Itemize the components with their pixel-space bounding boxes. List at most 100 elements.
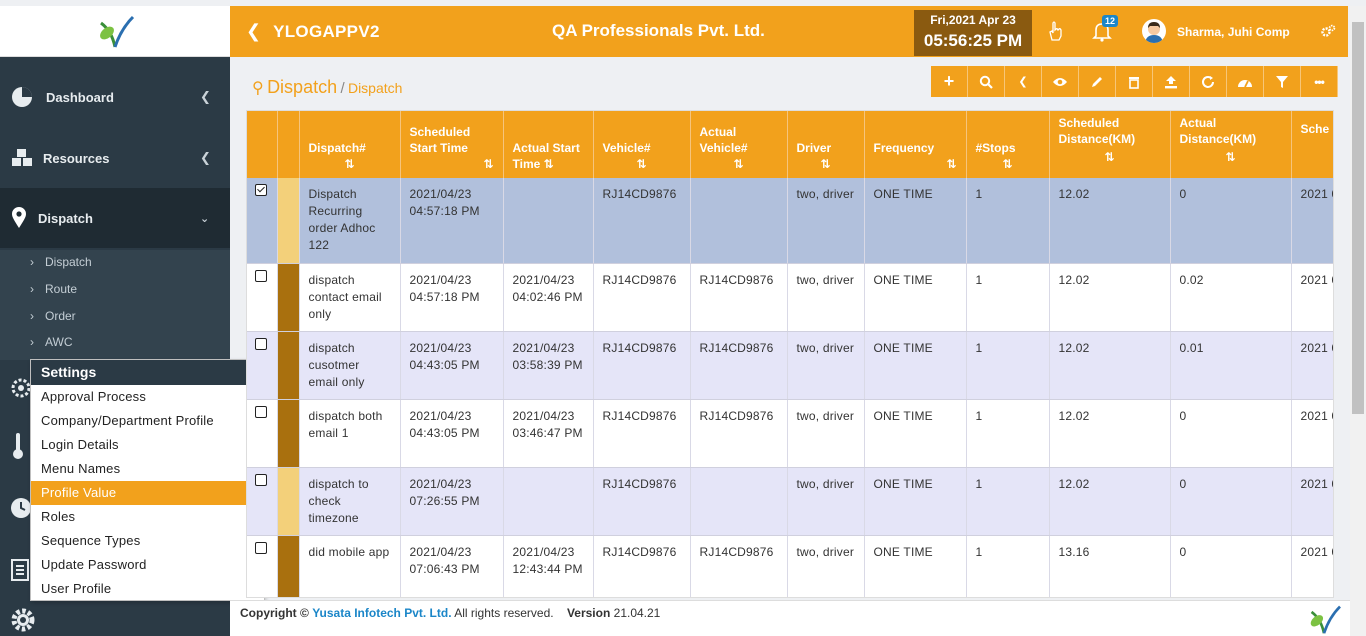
clock-icon[interactable] (10, 497, 32, 519)
cell-scheduled-end: 2021 05:2 (1291, 178, 1333, 264)
cell-scheduled-start: 2021/04/23 04:57:18 PM (400, 263, 504, 332)
header-scheduled-end-time[interactable]: Sche End T (1291, 111, 1333, 178)
hand-pointer-icon[interactable] (1046, 20, 1064, 42)
header-vehicle[interactable]: Vehicle# ⇅ (593, 111, 691, 178)
app-name: YLOGAPPV2 (273, 21, 380, 41)
company-link[interactable]: Yusata Infotech Pvt. Ltd. (312, 606, 451, 620)
collapse-button[interactable]: ❮ (1005, 66, 1042, 97)
app-logo[interactable] (0, 6, 230, 57)
submenu-item-route[interactable]: › Route (30, 282, 77, 296)
row-select-cell (247, 178, 278, 264)
menu-item-roles[interactable]: Roles (31, 505, 264, 529)
sort-icon[interactable]: ⇅ (1059, 149, 1161, 165)
row-checkbox[interactable] (255, 337, 267, 350)
dashboard-button[interactable] (1227, 66, 1264, 97)
submenu-item-dispatch[interactable]: › Dispatch (30, 255, 92, 269)
table-row[interactable]: dispatch contact email only 2021/04/23 04… (247, 263, 1333, 332)
header-stops[interactable]: #Stops ⇅ (966, 111, 1050, 178)
header-frequency[interactable]: Frequency ⇅ (864, 111, 967, 178)
menu-item-approval-process[interactable]: Approval Process (31, 385, 264, 409)
sort-icon[interactable]: ⇅ (797, 156, 855, 172)
header-scheduled-start-time[interactable]: Scheduled Start Time ⇅ (400, 111, 504, 178)
dispatch-submenu: › Dispatch › Route › Order › AWC (0, 250, 230, 360)
row-select-cell (247, 535, 278, 597)
user-name[interactable]: Sharma, Juhi Comp (1177, 25, 1290, 39)
menu-item-login-details[interactable]: Login Details (31, 433, 264, 457)
search-button[interactable] (968, 66, 1005, 97)
cell-vehicle: RJ14CD9876 (593, 399, 691, 468)
gear-icon[interactable] (10, 607, 36, 633)
delete-button[interactable] (1116, 66, 1153, 97)
row-checkbox[interactable] (255, 405, 267, 418)
menu-item-company-department-profile[interactable]: Company/Department Profile (31, 409, 264, 433)
row-checkbox[interactable] (255, 541, 267, 554)
menu-item-update-password[interactable]: Update Password (31, 553, 264, 577)
row-status-stripe (277, 263, 300, 332)
refresh-button[interactable] (1190, 66, 1227, 97)
view-button[interactable] (1042, 66, 1079, 97)
header-actual-vehicle[interactable]: Actual Vehicle# ⇅ (690, 111, 788, 178)
menu-item-user-profile[interactable]: User Profile (31, 577, 264, 601)
header-actual-distance[interactable]: Actual Distance(KM) ⇅ (1170, 111, 1292, 178)
menu-item-profile-value[interactable]: Profile Value (31, 481, 264, 505)
header-dispatch[interactable]: Dispatch# ⇅ (299, 111, 401, 178)
cell-frequency: ONE TIME (864, 263, 967, 332)
back-chevron-icon[interactable]: ❮ (246, 21, 261, 42)
cell-frequency: ONE TIME (864, 178, 967, 264)
sidebar-item-dispatch[interactable]: Dispatch ⌄ (0, 188, 230, 248)
row-status-stripe (277, 178, 300, 264)
version-label: Version (566, 606, 611, 620)
sort-icon[interactable]: ⇅ (410, 156, 493, 172)
sort-icon[interactable]: ⇅ (544, 157, 554, 171)
header-scheduled-distance[interactable]: Scheduled Distance(KM) ⇅ (1049, 111, 1171, 178)
cell-scheduled-end: 2021 05:0 (1291, 331, 1333, 400)
date-time-display: Fri,2021 Apr 23 05:56:25 PM (914, 10, 1032, 56)
cell-actual-distance: 0.01 (1170, 331, 1292, 400)
cell-driver: two, driver (787, 263, 865, 332)
sort-icon[interactable]: ⇅ (603, 156, 681, 172)
menu-item-menu-names[interactable]: Menu Names (31, 457, 264, 481)
sort-icon[interactable]: ⇅ (874, 156, 956, 172)
sort-icon[interactable]: ⇅ (700, 156, 778, 172)
cell-dispatch: did mobile app (299, 535, 401, 597)
table-row[interactable]: dispatch to check timezone 2021/04/23 07:… (247, 467, 1333, 536)
table-row[interactable]: Dispatch Recurring order Adhoc 122 2021/0… (247, 178, 1333, 264)
submenu-item-awc[interactable]: › AWC (30, 335, 73, 349)
cell-stops: 1 (966, 263, 1050, 332)
header-actual-start-time[interactable]: Actual Start Time ⇅ (503, 111, 594, 178)
cell-scheduled-start: 2021/04/23 04:57:18 PM (400, 178, 504, 264)
breadcrumb-main[interactable]: Dispatch (267, 77, 337, 97)
more-button[interactable]: ••• (1301, 66, 1338, 97)
row-checkbox[interactable] (255, 184, 267, 196)
cell-vehicle: RJ14CD9876 (593, 535, 691, 597)
add-button[interactable]: + (931, 66, 968, 97)
cell-driver: two, driver (787, 331, 865, 400)
submenu-item-order[interactable]: › Order (30, 309, 76, 323)
avatar[interactable] (1142, 19, 1166, 43)
table-row[interactable]: did mobile app 2021/04/23 07:06:43 PM 2021… (247, 535, 1333, 597)
user-settings-cog-icon[interactable] (1320, 23, 1336, 39)
report-icon[interactable] (10, 559, 32, 581)
header-driver[interactable]: Driver ⇅ (787, 111, 865, 178)
table-row[interactable]: dispatch cusotmer email only 2021/04/23 0… (247, 331, 1333, 400)
sort-icon[interactable]: ⇅ (1180, 149, 1282, 165)
filter-button[interactable] (1264, 66, 1301, 97)
settings-gear-icon[interactable] (10, 377, 32, 399)
sidebar-item-resources[interactable]: Resources ❮ (0, 128, 230, 188)
edit-button[interactable] (1079, 66, 1116, 97)
row-checkbox[interactable] (255, 473, 267, 486)
sort-icon[interactable]: ⇅ (309, 156, 391, 172)
menu-item-sequence-types[interactable]: Sequence Types (31, 529, 264, 553)
scrollbar-thumb[interactable] (1352, 22, 1364, 414)
cell-dispatch: dispatch to check timezone (299, 467, 401, 536)
copyright-text: Copyright © Yusata Infotech Pvt. Ltd. Al… (240, 606, 661, 620)
sidebar-item-dashboard[interactable]: Dashboard ❮ (0, 67, 230, 127)
sort-icon[interactable]: ⇅ (976, 156, 1040, 172)
page-scrollbar[interactable] (1350, 6, 1366, 636)
table-row[interactable]: dispatch both email 1 2021/04/23 04:43:05… (247, 399, 1333, 468)
cell-stops: 1 (966, 467, 1050, 536)
upload-button[interactable] (1153, 66, 1190, 97)
row-checkbox[interactable] (255, 269, 267, 282)
cell-actual-distance: 0 (1170, 178, 1292, 264)
thermometer-icon[interactable] (11, 432, 25, 460)
